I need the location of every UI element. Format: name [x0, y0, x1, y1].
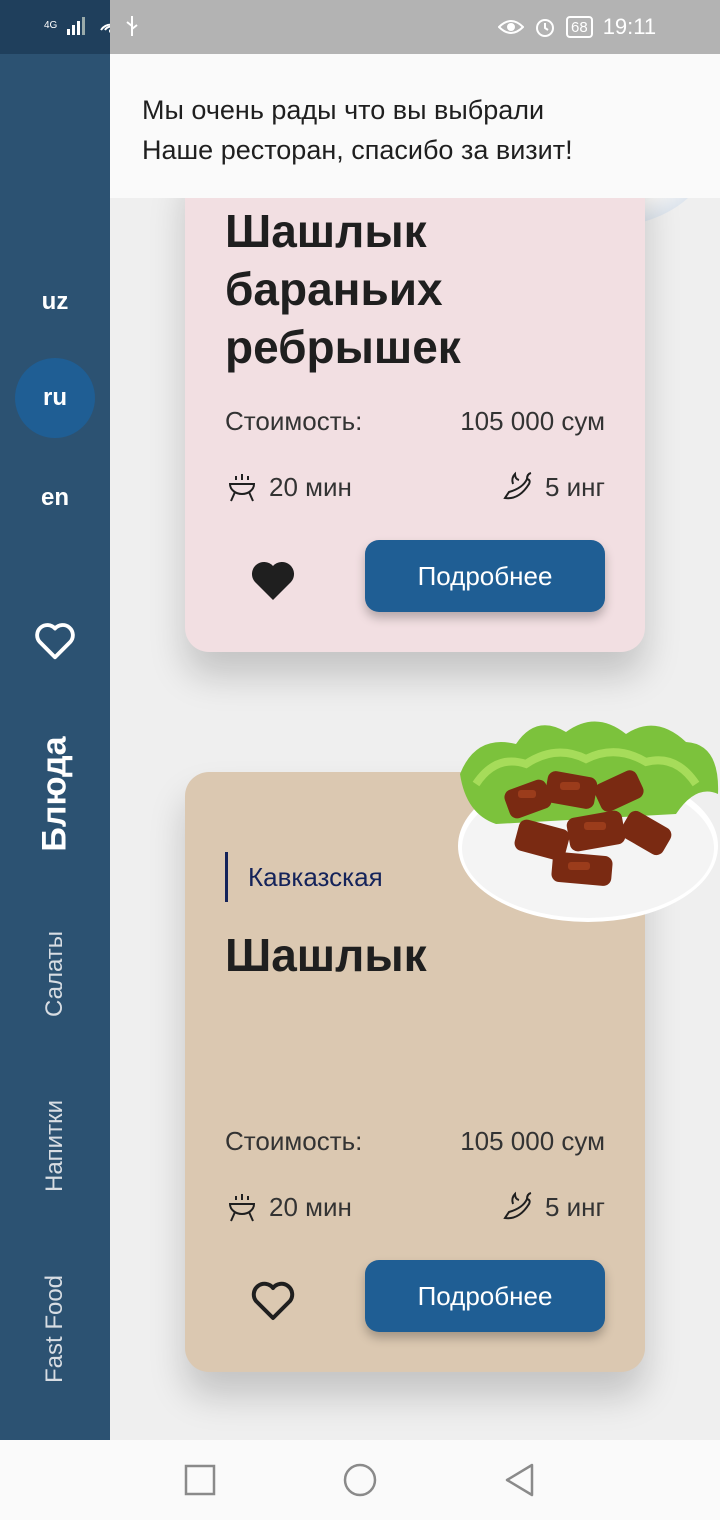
alarm-icon	[536, 19, 554, 37]
dish-title: Шашлык бараньих ребрышек	[225, 202, 461, 376]
eye-icon	[498, 20, 524, 34]
price-label: Стоимость:	[225, 1126, 363, 1156]
home-icon[interactable]	[342, 1462, 378, 1498]
lang-label: uz	[41, 288, 69, 315]
cook-time: 20 мин	[269, 1191, 352, 1222]
grill-icon	[228, 1194, 256, 1222]
dish-title-line: ребрышек	[225, 321, 461, 373]
recent-apps-icon[interactable]	[182, 1462, 218, 1498]
network-type: 4G	[44, 19, 58, 31]
back-icon[interactable]	[502, 1462, 538, 1498]
price-label: Стоимость:	[225, 406, 363, 436]
tab-salads[interactable]: Салаты	[41, 931, 69, 1017]
tab-drinks[interactable]: Напитки	[41, 1100, 69, 1192]
welcome-message: Мы очень рады что вы выбрали Наше рестор…	[142, 95, 573, 165]
heart-filled-icon[interactable]	[249, 558, 297, 602]
tab-dishes[interactable]: Блюда	[36, 736, 75, 851]
ingredients-count: 5 инг	[544, 471, 605, 502]
pepper-icon	[503, 471, 532, 500]
dish-title-line: Шашлык	[225, 929, 427, 981]
dish-title: Шашлык	[225, 926, 427, 984]
dish-title-line: Шашлык	[225, 205, 427, 257]
lang-uz-button[interactable]: uz	[15, 262, 95, 342]
status-bar-right: 68 19:11	[110, 0, 720, 54]
header: Мы очень рады что вы выбрали Наше рестор…	[110, 54, 720, 198]
heart-outline-icon[interactable]	[249, 1278, 297, 1322]
tab-fast-food[interactable]: Fast Food	[41, 1275, 69, 1383]
battery-level: 68	[571, 18, 588, 36]
cook-time: 20 мин	[269, 471, 352, 502]
lang-label: en	[40, 484, 69, 511]
usb-icon	[126, 16, 138, 36]
dish-card: Шашлык бараньих ребрышек Стоимость: 105 …	[185, 198, 645, 652]
status-time: 19:11	[602, 14, 657, 39]
price-row: Стоимость: 105 000 сум	[225, 406, 605, 437]
dish-image	[458, 721, 719, 922]
price-row: Стоимость: 105 000 сум	[225, 1126, 605, 1157]
lang-label: ru	[43, 384, 67, 411]
signal-bars-icon	[67, 17, 86, 35]
info-row: 20 мин 5 инг	[225, 470, 605, 504]
dish-category: Кавказская	[225, 852, 383, 902]
price-value: 105 000 сум	[460, 1126, 605, 1156]
system-navigation-bar	[0, 1440, 720, 1520]
heart-outline-icon[interactable]	[32, 617, 78, 663]
pepper-icon	[503, 1191, 532, 1220]
dish-list: Шашлык бараньих ребрышек Стоимость: 105 …	[110, 198, 720, 1440]
dish-title-line: бараньих	[225, 263, 443, 315]
ingredients-count: 5 инг	[544, 1191, 605, 1222]
price-value: 105 000 сум	[460, 406, 605, 436]
details-button[interactable]: Подробнее	[365, 540, 605, 612]
grill-icon	[228, 474, 256, 502]
details-button[interactable]: Подробнее	[365, 1260, 605, 1332]
status-bar-left: 4G	[0, 0, 123, 54]
info-row: 20 мин 5 инг	[225, 1190, 605, 1224]
lang-ru-button[interactable]: ru	[15, 358, 95, 438]
signal-icon: 4G	[44, 20, 57, 31]
battery-icon: 68	[566, 16, 593, 38]
sidebar: uz ru en Блюда Салаты Напитки Fast Food	[0, 54, 110, 1440]
lang-en-button[interactable]: en	[15, 458, 95, 538]
